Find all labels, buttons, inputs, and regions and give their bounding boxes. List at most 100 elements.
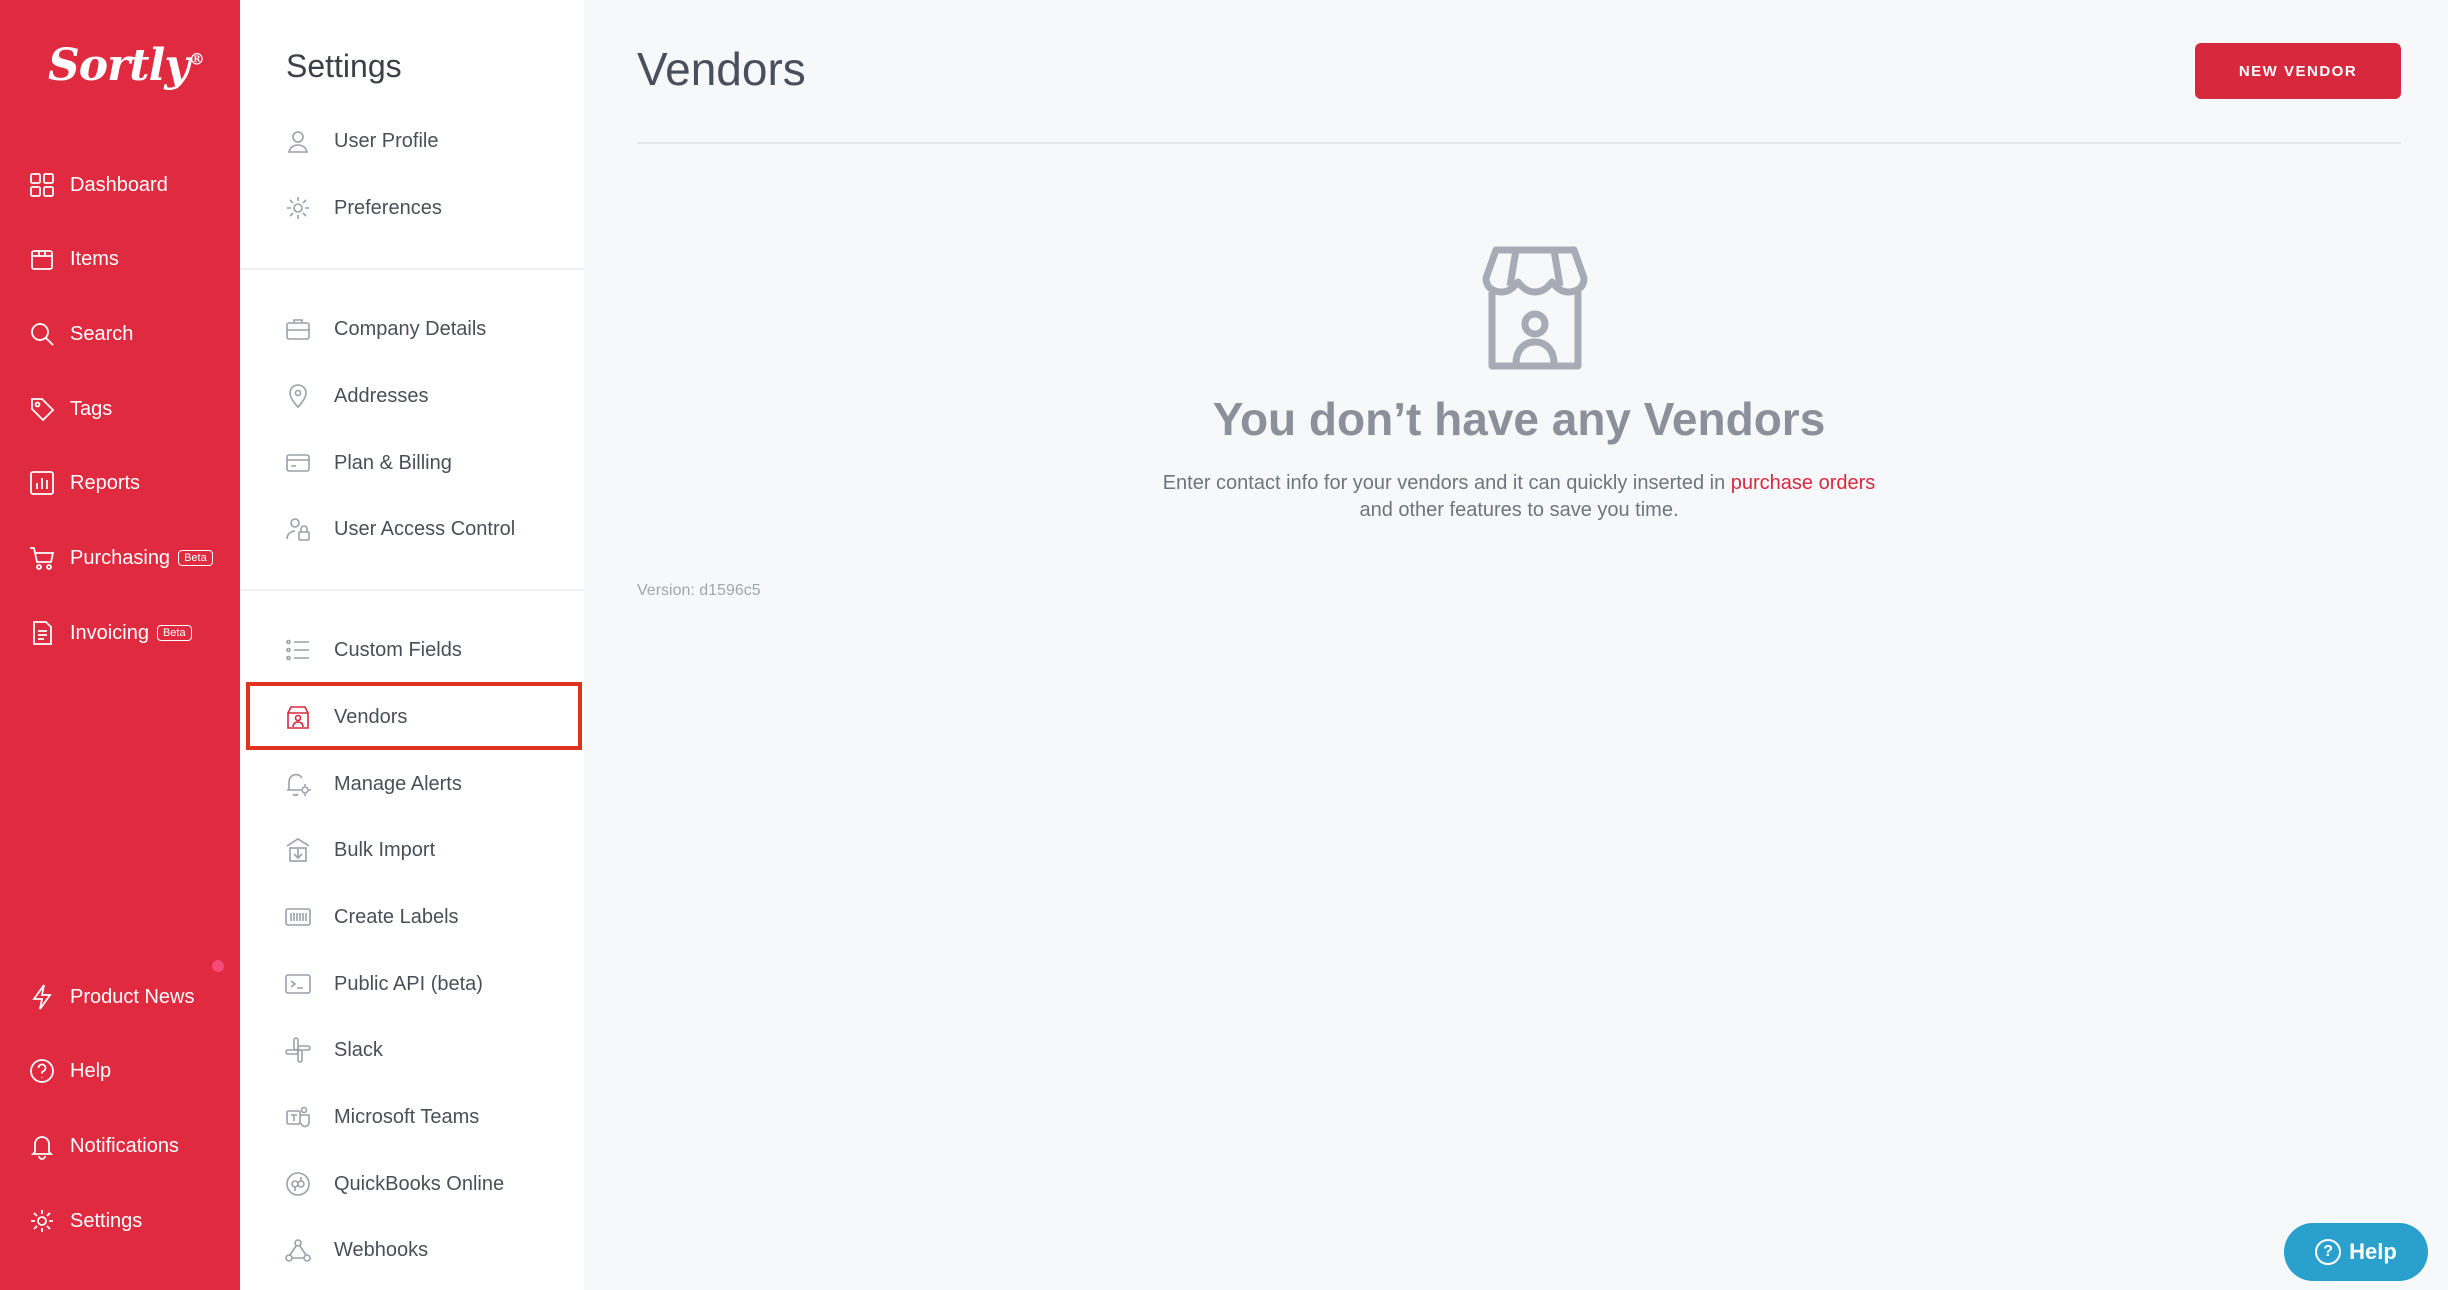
settings-item-preferences[interactable]: Preferences <box>284 186 574 230</box>
settings-item-label: Bulk Import <box>334 838 436 861</box>
webhook-icon <box>285 1239 311 1262</box>
nav-item-product-news[interactable]: Product News <box>28 977 195 1017</box>
import-icon <box>286 838 310 862</box>
empty-state-description: Enter contact info for your vendors and … <box>1050 470 1988 524</box>
beta-badge: Beta <box>156 625 192 641</box>
settings-item-manage-alerts[interactable]: Manage Alerts <box>284 762 574 806</box>
nav-item-help[interactable]: Help <box>28 1051 111 1091</box>
nav-label: Help <box>70 1059 112 1082</box>
sortly-logo[interactable]: Sortly® <box>48 40 205 91</box>
settings-item-label: Custom Fields <box>334 638 462 661</box>
gear-icon <box>287 197 309 219</box>
nav-item-purchasing[interactable]: Purchasing Beta <box>28 538 213 578</box>
nav-label: Purchasing <box>70 546 171 569</box>
settings-panel: Settings User Profile Preferences Compan… <box>240 0 584 1290</box>
store-icon <box>1482 246 1588 370</box>
settings-item-slack[interactable]: Slack <box>284 1028 574 1072</box>
nav-item-invoicing[interactable]: Invoicing Beta <box>28 613 192 653</box>
nav-label: Dashboard <box>70 173 168 196</box>
tag-icon <box>31 398 55 422</box>
purchase-orders-link[interactable]: purchase orders <box>1731 472 1876 494</box>
settings-item-addresses[interactable]: Addresses <box>284 374 574 418</box>
help-icon <box>30 1059 54 1083</box>
nav-label: Settings <box>70 1209 143 1232</box>
items-icon <box>31 250 53 270</box>
settings-item-create-labels[interactable]: Create Labels <box>284 895 574 939</box>
page-title: Vendors <box>637 43 806 95</box>
credit-card-icon <box>286 454 310 472</box>
logo-text: Sortly <box>48 40 190 91</box>
settings-divider <box>240 589 584 591</box>
settings-item-label: Addresses <box>334 384 429 407</box>
settings-item-label: User Profile <box>334 129 439 152</box>
slack-icon <box>285 1037 311 1063</box>
lightning-icon <box>32 984 52 1010</box>
settings-item-bulk-import[interactable]: Bulk Import <box>284 828 574 872</box>
nav-item-tags[interactable]: Tags <box>28 389 112 429</box>
logo-registered: ® <box>188 49 205 69</box>
nav-item-reports[interactable]: Reports <box>28 463 140 503</box>
version-label: Version: d1596c5 <box>637 582 761 599</box>
nav-label: Notifications <box>70 1134 179 1157</box>
settings-item-label: Plan & Billing <box>334 451 452 474</box>
empty-desc-text-2: and other features to save you time. <box>1359 499 1679 521</box>
location-pin-icon <box>289 384 307 409</box>
settings-item-public-api[interactable]: Public API (beta) <box>284 962 574 1006</box>
barcode-icon <box>285 908 311 926</box>
settings-item-label: User Access Control <box>334 517 516 540</box>
settings-item-webhooks[interactable]: Webhooks <box>284 1228 574 1272</box>
help-button-label: Help <box>2349 1239 2397 1264</box>
help-icon: ? <box>2315 1239 2342 1265</box>
settings-item-label: Public API (beta) <box>334 972 483 995</box>
bell-icon <box>30 1136 54 1160</box>
settings-item-company-details[interactable]: Company Details <box>284 307 574 351</box>
vendors-selection-highlight <box>246 682 582 750</box>
settings-item-label: Slack <box>334 1038 383 1061</box>
beta-badge: Beta <box>178 550 213 566</box>
settings-item-label: Microsoft Teams <box>334 1105 480 1128</box>
nav-item-dashboard[interactable]: Dashboard <box>28 165 168 205</box>
settings-item-user-profile[interactable]: User Profile <box>284 119 574 163</box>
nav-label: Product News <box>70 985 195 1008</box>
nav-label: Invoicing <box>70 621 149 644</box>
bell-gear-icon <box>287 773 311 797</box>
empty-state-title: You don’t have any Vendors <box>1212 393 1826 445</box>
cart-icon <box>30 547 55 570</box>
notification-dot <box>210 958 226 974</box>
settings-item-microsoft-teams[interactable]: Microsoft Teams <box>284 1095 574 1139</box>
settings-item-label: Company Details <box>334 317 487 340</box>
gear-icon <box>31 1210 53 1232</box>
user-icon <box>288 131 308 153</box>
nav-item-settings[interactable]: Settings <box>28 1201 142 1241</box>
settings-item-user-access-control[interactable]: User Access Control <box>284 507 574 551</box>
user-lock-icon <box>286 518 310 541</box>
settings-item-label: QuickBooks Online <box>334 1172 505 1195</box>
list-icon <box>286 639 309 661</box>
quickbooks-icon <box>286 1172 310 1196</box>
teams-icon <box>286 1106 310 1128</box>
nav-item-items[interactable]: Items <box>28 239 119 279</box>
empty-desc-text: Enter contact info for your vendors and … <box>1162 472 1731 494</box>
nav-label: Tags <box>70 397 113 420</box>
settings-item-quickbooks[interactable]: QuickBooks Online <box>284 1162 574 1206</box>
header-divider <box>637 142 2401 144</box>
nav-item-search[interactable]: Search <box>28 314 133 354</box>
search-icon <box>31 323 54 346</box>
briefcase-icon <box>286 319 310 340</box>
reports-icon <box>30 471 54 495</box>
nav-label: Search <box>70 322 134 345</box>
settings-item-custom-fields[interactable]: Custom Fields <box>284 628 574 672</box>
settings-item-label: Create Labels <box>334 905 459 928</box>
dashboard-icon <box>30 173 54 197</box>
main-nav: Sortly® Dashboard Items Search Tags Repo… <box>0 0 240 1290</box>
settings-divider <box>240 268 584 270</box>
help-button[interactable]: ? Help <box>2284 1223 2428 1281</box>
nav-label: Reports <box>70 471 141 494</box>
new-vendor-button[interactable]: NEW VENDOR <box>2195 43 2401 99</box>
settings-item-label: Webhooks <box>334 1238 429 1261</box>
terminal-icon <box>285 974 311 994</box>
settings-title: Settings <box>286 48 402 84</box>
nav-item-notifications[interactable]: Notifications <box>28 1126 179 1166</box>
settings-item-label: Manage Alerts <box>334 772 462 795</box>
settings-item-plan-billing[interactable]: Plan & Billing <box>284 441 574 485</box>
